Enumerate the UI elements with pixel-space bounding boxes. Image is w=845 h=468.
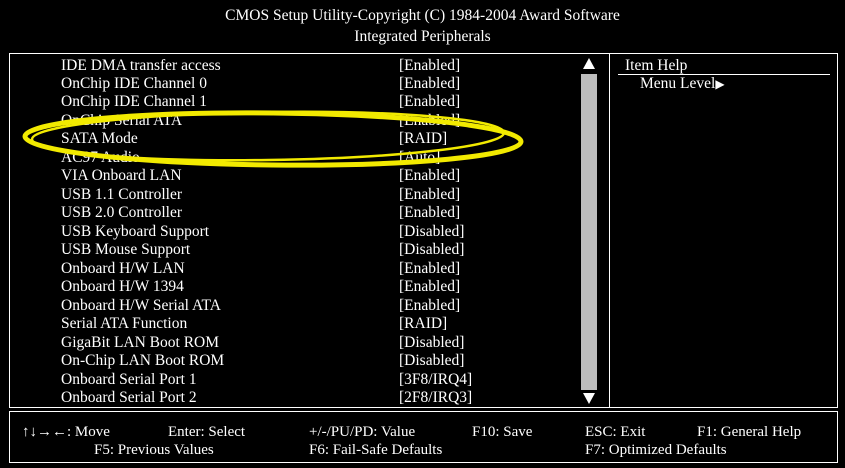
setting-label: Onboard H/W Serial ATA (61, 297, 221, 314)
setting-label: OnChip IDE Channel 0 (61, 75, 207, 92)
setting-row-serial-ata-function[interactable]: Serial ATA Function [RAID] (0, 315, 600, 333)
setting-label: USB 1.1 Controller (61, 186, 182, 203)
help-panel-frame (609, 53, 838, 408)
scroll-up-arrow-icon[interactable] (583, 58, 595, 69)
setting-row-usb-1-1[interactable]: USB 1.1 Controller [Enabled] (0, 186, 600, 204)
setting-value[interactable]: [3F8/IRQ4] (399, 371, 472, 389)
menu-level-label: Menu Level (640, 75, 716, 92)
page-title: Integrated Peripherals (354, 28, 491, 45)
setting-label: Serial ATA Function (61, 315, 188, 332)
setting-value[interactable]: [Disabled] (399, 352, 464, 370)
setting-value[interactable]: [Disabled] (399, 334, 464, 352)
setting-row-onboard-hw-1394[interactable]: Onboard H/W 1394 [Enabled] (0, 278, 600, 296)
setting-value[interactable]: [RAID] (399, 130, 447, 148)
setting-row-via-onboard-lan[interactable]: VIA Onboard LAN [Enabled] (0, 167, 600, 185)
item-help-title: Item Help (625, 57, 688, 74)
setting-row-onchip-ide-0[interactable]: OnChip IDE Channel 0 [Enabled] (0, 75, 600, 93)
setting-row-serial-port-1[interactable]: Onboard Serial Port 1 [3F8/IRQ4] (0, 371, 600, 389)
setting-value[interactable]: [Enabled] (399, 297, 460, 315)
hint-failsafe-defaults: F6: Fail-Safe Defaults (309, 442, 443, 458)
hint-general-help: F1: General Help (697, 424, 802, 440)
setting-label: IDE DMA transfer access (61, 57, 221, 74)
setting-label: Onboard Serial Port 2 (61, 389, 197, 406)
scroll-down-arrow-icon[interactable] (583, 393, 595, 404)
setting-value[interactable]: [Enabled] (399, 75, 460, 93)
scrollbar-thumb[interactable] (581, 74, 597, 390)
setting-row-onchip-lan-boot-rom[interactable]: On-Chip LAN Boot ROM [Disabled] (0, 352, 600, 370)
setting-value[interactable]: [Disabled] (399, 223, 464, 241)
setting-row-gigabit-lan-boot-rom[interactable]: GigaBit LAN Boot ROM [Disabled] (0, 334, 600, 352)
setting-row-usb-keyboard[interactable]: USB Keyboard Support [Disabled] (0, 223, 600, 241)
setting-row-serial-port-2[interactable]: Onboard Serial Port 2 [2F8/IRQ3] (0, 389, 600, 407)
setting-row-onboard-hw-lan[interactable]: Onboard H/W LAN [Enabled] (0, 260, 600, 278)
setting-value[interactable]: [RAID] (399, 315, 447, 333)
setting-row-usb-mouse[interactable]: USB Mouse Support [Disabled] (0, 241, 600, 259)
scrollbar[interactable] (580, 58, 598, 404)
setting-label: OnChip IDE Channel 1 (61, 93, 207, 110)
setting-value[interactable]: [Enabled] (399, 260, 460, 278)
setting-value[interactable]: [Auto] (399, 149, 440, 167)
hint-enter: Enter: Select (168, 424, 246, 440)
setting-row-onboard-hw-serial-ata[interactable]: Onboard H/W Serial ATA [Enabled] (0, 297, 600, 315)
setting-row-usb-2-0[interactable]: USB 2.0 Controller [Enabled] (0, 204, 600, 222)
setting-label: OnChip Serial ATA (61, 112, 183, 129)
setting-value[interactable]: [Enabled] (399, 186, 460, 204)
setting-value[interactable]: [Enabled] (399, 112, 460, 130)
setting-label: Onboard Serial Port 1 (61, 371, 197, 388)
app-title: CMOS Setup Utility-Copyright (C) 1984-20… (225, 7, 620, 24)
hint-previous-values: F5: Previous Values (94, 442, 214, 458)
setting-value[interactable]: [Enabled] (399, 278, 460, 296)
menu-level-text: Menu Level▶ (640, 75, 725, 93)
setting-row-onchip-ide-1[interactable]: OnChip IDE Channel 1 [Enabled] (0, 93, 600, 111)
setting-row-ac97-audio[interactable]: AC97 Audio [Auto] (0, 149, 600, 167)
setting-label: VIA Onboard LAN (61, 167, 182, 184)
hint-value: +/-/PU/PD: Value (309, 424, 416, 440)
setting-label: USB 2.0 Controller (61, 204, 182, 221)
setting-label: USB Mouse Support (61, 241, 191, 258)
setting-value[interactable]: [Enabled] (399, 57, 460, 75)
setting-value[interactable]: [Enabled] (399, 167, 460, 185)
setting-label: SATA Mode (61, 130, 138, 147)
hint-move: ↑↓→←: Move (22, 424, 110, 440)
setting-value[interactable]: [2F8/IRQ3] (399, 389, 472, 407)
setting-row-ide-dma[interactable]: IDE DMA transfer access [Enabled] (0, 57, 600, 75)
hint-save: F10: Save (472, 424, 533, 440)
setting-label: Onboard H/W 1394 (61, 278, 184, 295)
setting-row-sata-mode[interactable]: SATA Mode [RAID] (0, 130, 600, 148)
setting-label: Onboard H/W LAN (61, 260, 185, 277)
hint-optimized-defaults: F7: Optimized Defaults (585, 442, 727, 458)
hint-exit: ESC: Exit (585, 424, 646, 440)
triangle-right-icon: ▶ (715, 77, 725, 91)
setting-row-onchip-serial-ata[interactable]: OnChip Serial ATA [Enabled] (0, 112, 600, 130)
setting-label: On-Chip LAN Boot ROM (61, 352, 225, 369)
setting-value[interactable]: [Disabled] (399, 241, 464, 259)
setting-label: USB Keyboard Support (61, 223, 210, 240)
setting-value[interactable]: [Enabled] (399, 204, 460, 222)
setting-label: GigaBit LAN Boot ROM (61, 334, 220, 351)
setting-label: AC97 Audio (61, 149, 140, 166)
setting-value[interactable]: [Enabled] (399, 93, 460, 111)
